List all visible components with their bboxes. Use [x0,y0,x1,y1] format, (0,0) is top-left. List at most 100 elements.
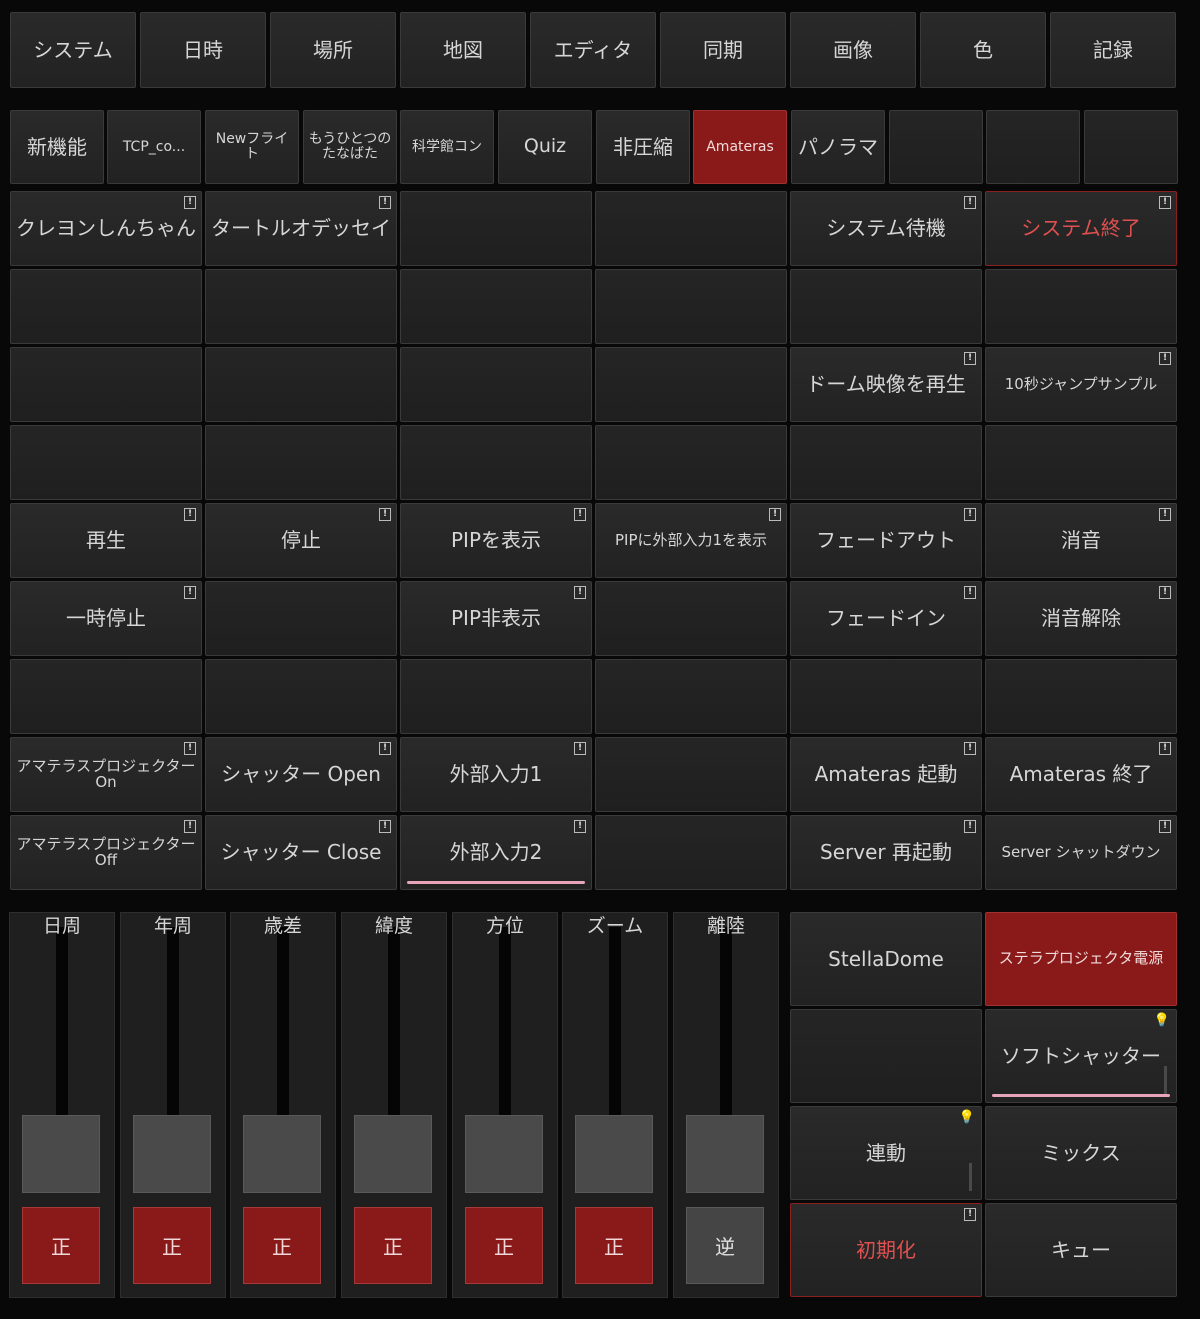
direction-button[interactable]: 正 [465,1207,543,1284]
sub-tab-12[interactable] [1084,110,1178,184]
grid-button-r5-c3[interactable]: PIPを表示! [400,503,592,578]
panel-button-8[interactable]: キュー [985,1203,1177,1297]
top-tab-6[interactable]: 同期 [660,12,786,88]
grid-button-r4-c2[interactable] [205,425,397,500]
grid-button-r2-c1[interactable] [10,269,202,344]
grid-button-r1-c4[interactable] [595,191,787,266]
direction-button[interactable]: 正 [243,1207,321,1284]
sub-tab-7[interactable]: 非圧縮 [596,110,690,184]
top-tab-3[interactable]: 場所 [270,12,396,88]
slider-thumb[interactable] [575,1115,653,1193]
button-label: アマテラスプロジェクター Off [16,834,196,869]
grid-button-r6-c1[interactable]: 一時停止! [10,581,202,656]
grid-button-r8-c2[interactable]: シャッター Open! [205,737,397,812]
sub-tab-11[interactable] [986,110,1080,184]
panel-button-4[interactable]: ソフトシャッター 💡 [985,1009,1177,1103]
panel-button-1[interactable]: StellaDome [790,912,982,1006]
grid-button-r8-c6[interactable]: Amateras 終了! [985,737,1177,812]
grid-button-r8-c4[interactable] [595,737,787,812]
top-tab-7[interactable]: 画像 [790,12,916,88]
grid-button-r7-c3[interactable] [400,659,592,734]
direction-button[interactable]: 正 [354,1207,432,1284]
grid-button-r4-c5[interactable] [790,425,982,500]
slider-thumb[interactable] [243,1115,321,1193]
grid-button-r4-c6[interactable] [985,425,1177,500]
grid-button-r7-c4[interactable] [595,659,787,734]
panel-button-3[interactable] [790,1009,982,1103]
grid-button-r8-c3[interactable]: 外部入力1! [400,737,592,812]
grid-button-r5-c1[interactable]: 再生! [10,503,202,578]
grid-button-r3-c1[interactable] [10,347,202,422]
top-tab-1[interactable]: システム [10,12,136,88]
grid-button-r2-c2[interactable] [205,269,397,344]
top-tab-8[interactable]: 色 [920,12,1046,88]
button-label: Server シャットダウン [1001,842,1161,861]
grid-button-r4-c3[interactable] [400,425,592,500]
panel-button-2[interactable]: ステラプロジェクタ電源 [985,912,1177,1006]
grid-button-r7-c1[interactable] [10,659,202,734]
grid-button-r4-c1[interactable] [10,425,202,500]
sub-tab-10[interactable] [889,110,983,184]
top-tab-9[interactable]: 記録 [1050,12,1176,88]
grid-button-r1-c1[interactable]: クレヨンしんちゃん! [10,191,202,266]
slider-thumb[interactable] [465,1115,543,1193]
top-tab-2[interactable]: 日時 [140,12,266,88]
slider-thumb[interactable] [133,1115,211,1193]
grid-button-r2-c4[interactable] [595,269,787,344]
slider-thumb[interactable] [22,1115,100,1193]
grid-button-r9-c4[interactable] [595,815,787,890]
grid-button-r2-c5[interactable] [790,269,982,344]
slider-thumb[interactable] [354,1115,432,1193]
grid-button-r6-c6[interactable]: 消音解除! [985,581,1177,656]
grid-button-r6-c3[interactable]: PIP非表示! [400,581,592,656]
grid-button-r4-c4[interactable] [595,425,787,500]
top-tab-5[interactable]: エディタ [530,12,656,88]
sub-tab-3[interactable]: Newフライト [205,110,299,184]
grid-button-r7-c5[interactable] [790,659,982,734]
grid-button-r2-c3[interactable] [400,269,592,344]
grid-button-r9-c6[interactable]: Server シャットダウン! [985,815,1177,890]
grid-button-r8-c5[interactable]: Amateras 起動! [790,737,982,812]
sub-tab-8[interactable]: Amateras [693,110,787,184]
grid-button-r6-c5[interactable]: フェードイン! [790,581,982,656]
grid-button-r3-c2[interactable] [205,347,397,422]
grid-button-r7-c2[interactable] [205,659,397,734]
grid-button-r6-c4[interactable] [595,581,787,656]
grid-button-r5-c4[interactable]: PIPに外部入力1を表示! [595,503,787,578]
grid-button-r5-c5[interactable]: フェードアウト! [790,503,982,578]
sub-tab-1[interactable]: 新機能 [10,110,104,184]
grid-button-r9-c5[interactable]: Server 再起動! [790,815,982,890]
grid-button-r6-c2[interactable] [205,581,397,656]
grid-button-r2-c6[interactable] [985,269,1177,344]
panel-button-5[interactable]: 連動 💡 [790,1106,982,1200]
direction-button[interactable]: 正 [575,1207,653,1284]
grid-button-r7-c6[interactable] [985,659,1177,734]
direction-button[interactable]: 逆 [686,1207,764,1284]
direction-button[interactable]: 正 [22,1207,100,1284]
grid-button-r3-c6[interactable]: 10秒ジャンプサンプル! [985,347,1177,422]
sub-tab-5[interactable]: 科学館コン [400,110,494,184]
grid-button-r1-c6[interactable]: システム終了! [985,191,1177,266]
sub-tab-6[interactable]: Quiz [498,110,592,184]
button-label: パノラマ [798,134,878,159]
grid-button-r3-c4[interactable] [595,347,787,422]
grid-button-r3-c3[interactable] [400,347,592,422]
panel-button-6[interactable]: ミックス [985,1106,1177,1200]
grid-button-r9-c1[interactable]: アマテラスプロジェクター Off! [10,815,202,890]
grid-button-r1-c5[interactable]: システム待機! [790,191,982,266]
sub-tab-9[interactable]: パノラマ [791,110,885,184]
grid-button-r8-c1[interactable]: アマテラスプロジェクター On! [10,737,202,812]
grid-button-r9-c3[interactable]: 外部入力2! [400,815,592,890]
top-tab-4[interactable]: 地図 [400,12,526,88]
grid-button-r1-c2[interactable]: タートルオデッセイ! [205,191,397,266]
grid-button-r5-c2[interactable]: 停止! [205,503,397,578]
grid-button-r5-c6[interactable]: 消音! [985,503,1177,578]
grid-button-r1-c3[interactable] [400,191,592,266]
direction-button[interactable]: 正 [133,1207,211,1284]
grid-button-r9-c2[interactable]: シャッター Close! [205,815,397,890]
panel-button-7[interactable]: 初期化! [790,1203,982,1297]
sub-tab-2[interactable]: TCP_co... [107,110,201,184]
slider-thumb[interactable] [686,1115,764,1193]
sub-tab-4[interactable]: もうひとつのたなばた [303,110,397,184]
grid-button-r3-c5[interactable]: ドーム映像を再生! [790,347,982,422]
